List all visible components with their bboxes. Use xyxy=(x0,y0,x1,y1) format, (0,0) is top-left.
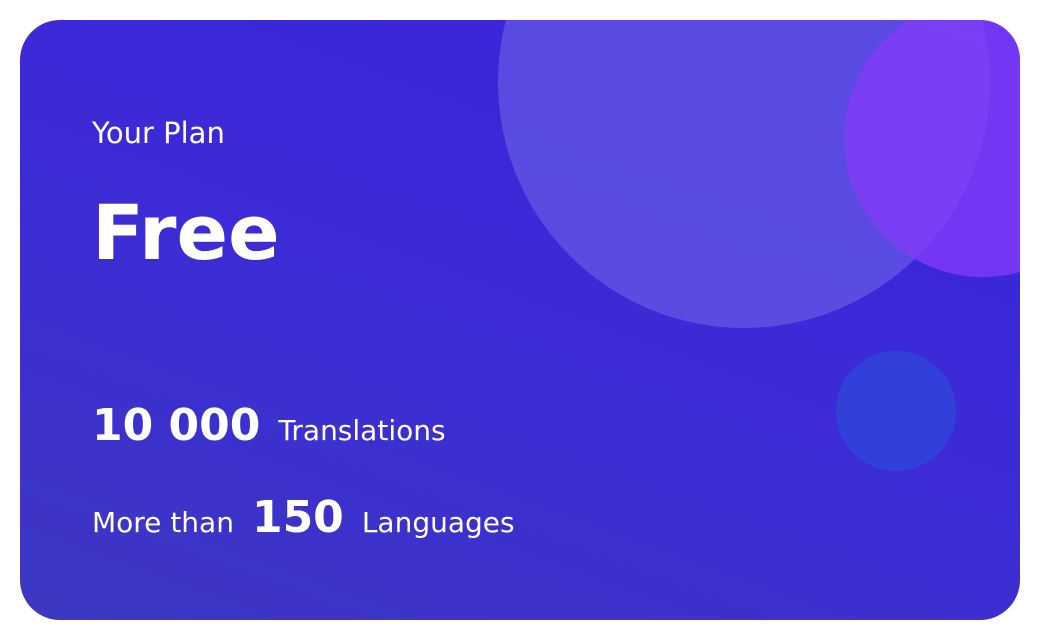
translations-count: 10 000 xyxy=(92,400,261,451)
languages-prefix: More than xyxy=(92,506,234,539)
translations-unit: Translations xyxy=(278,414,446,447)
decorative-circle-small xyxy=(836,351,956,471)
plan-card: Your Plan Free 10 000 Translations More … xyxy=(20,20,1020,620)
languages-unit: Languages xyxy=(361,506,515,539)
plan-label: Your Plan xyxy=(92,116,225,150)
languages-count: 150 xyxy=(251,492,344,543)
translations-row: 10 000 Translations xyxy=(92,400,446,451)
plan-name: Free xyxy=(92,188,280,277)
languages-row: More than 150 Languages xyxy=(92,492,515,543)
